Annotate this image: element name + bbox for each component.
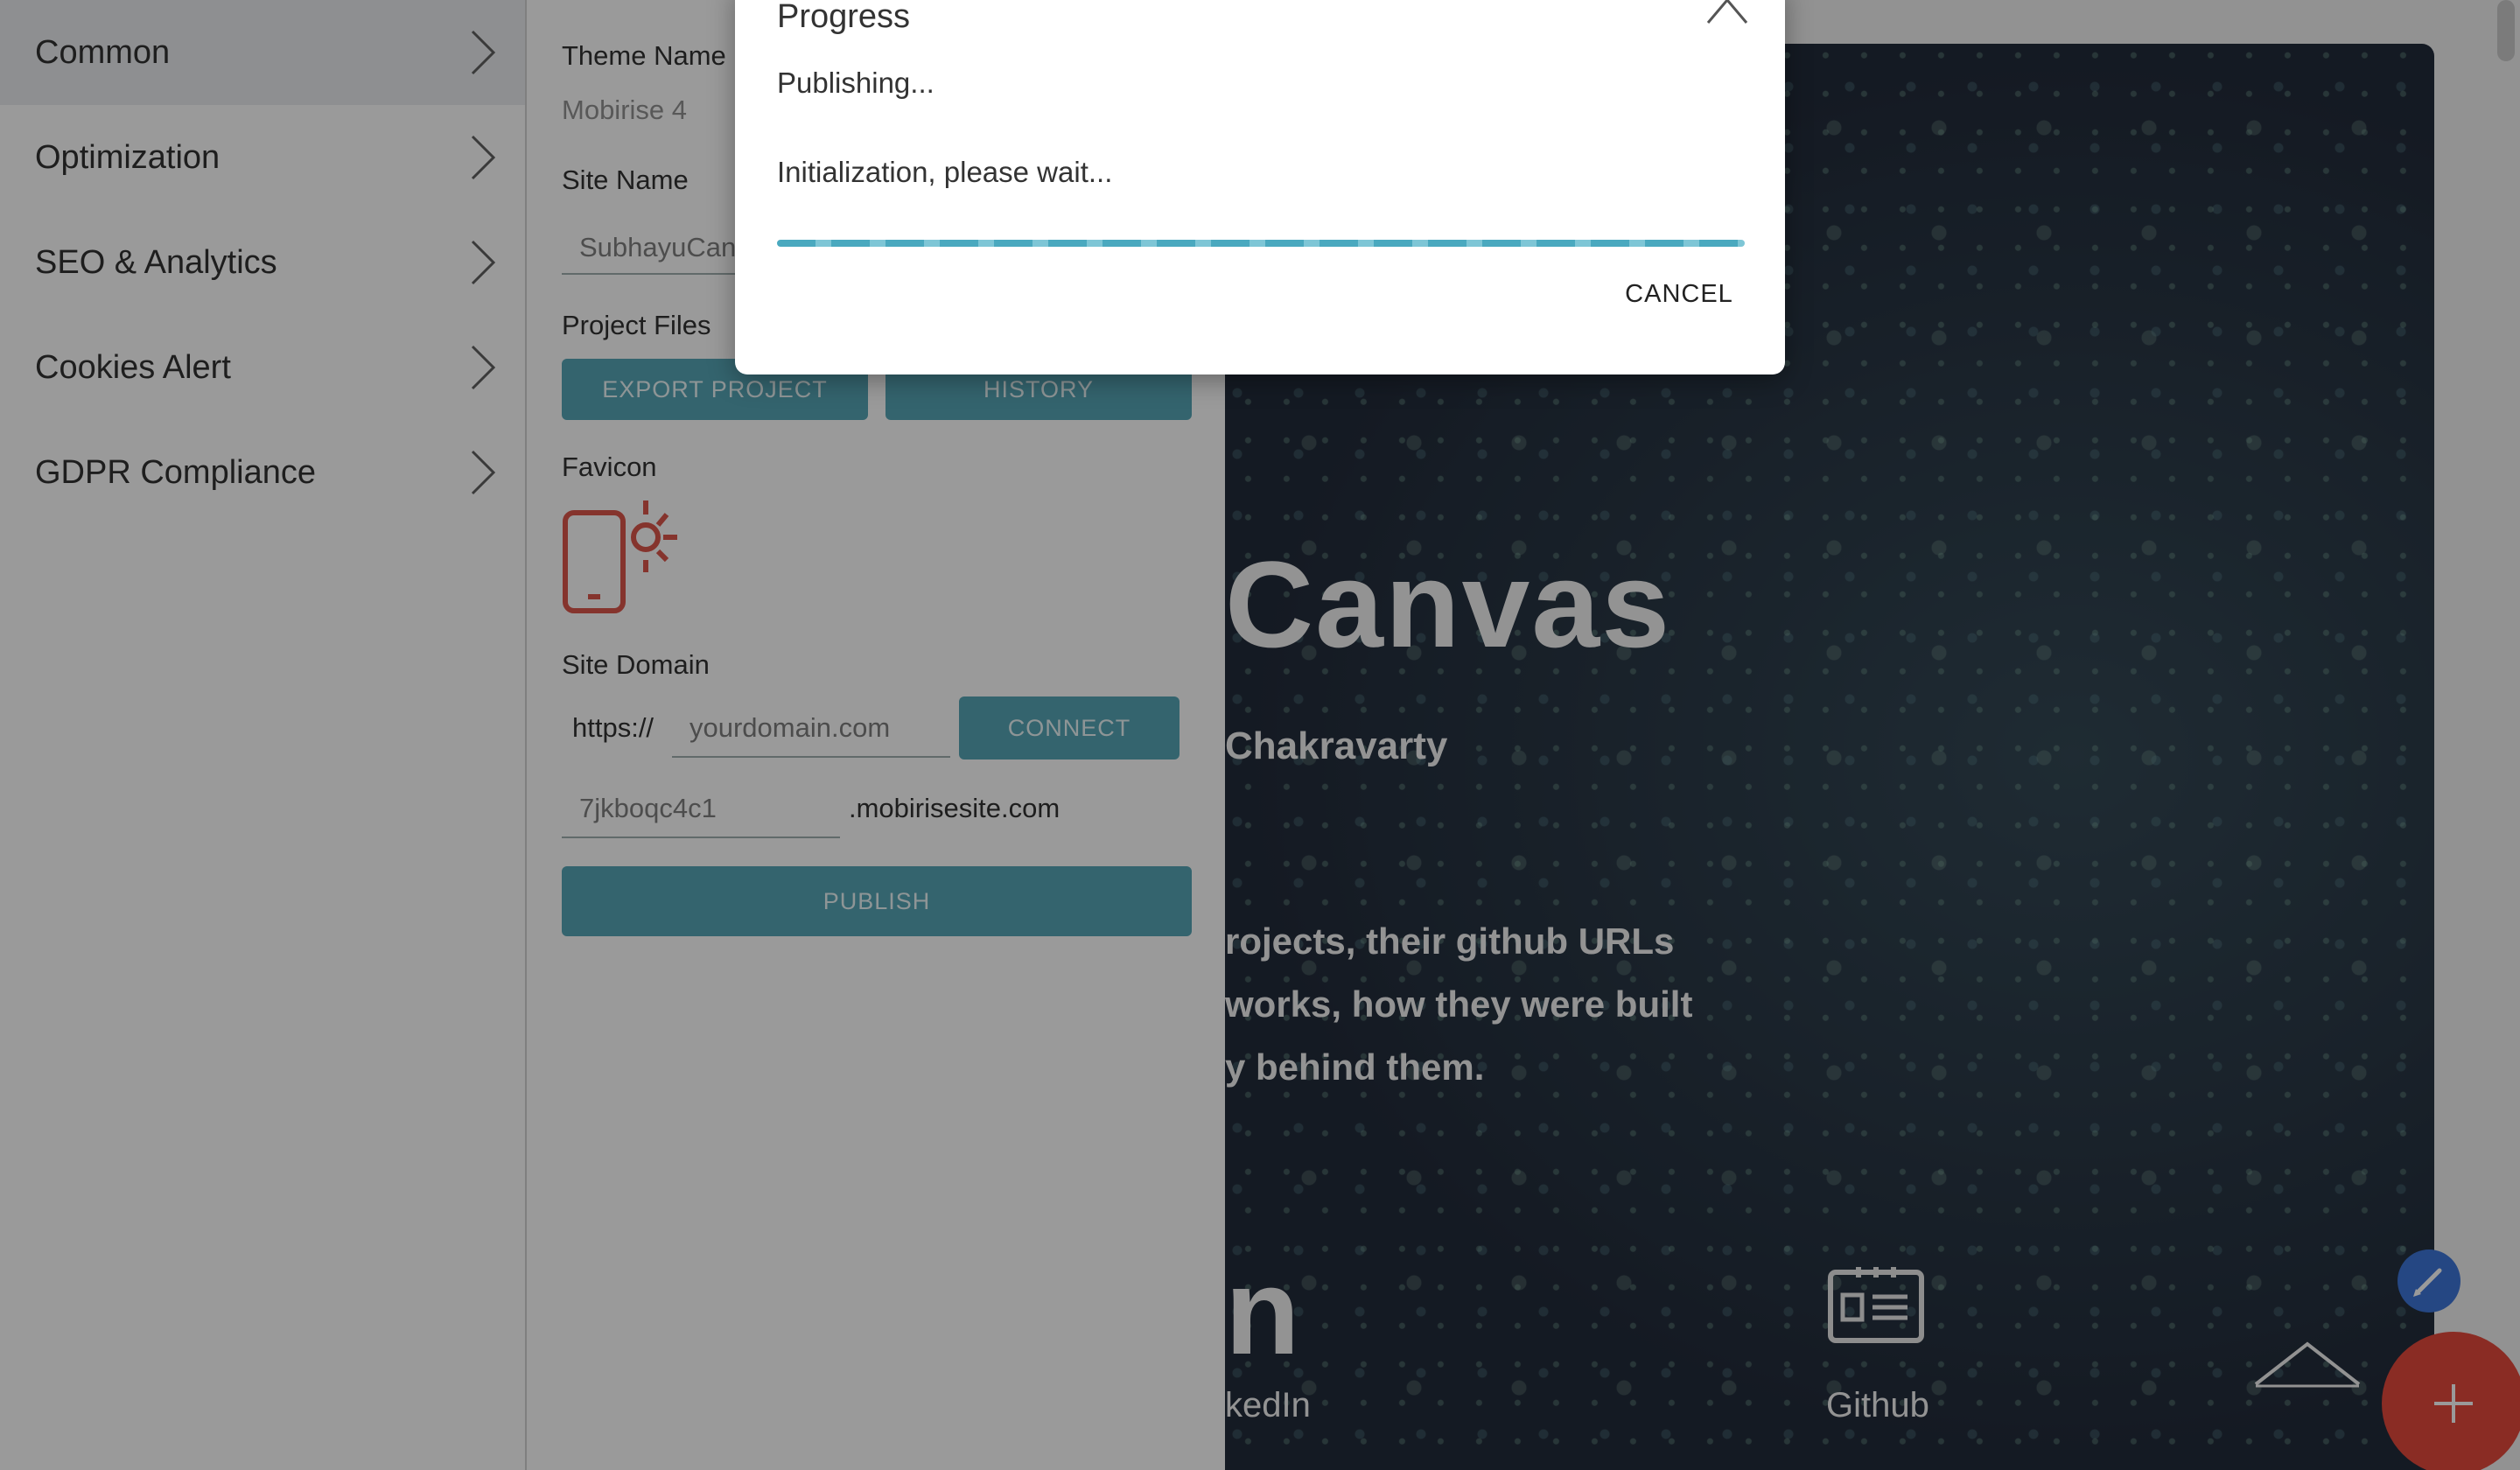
progress-bar: [777, 240, 1745, 247]
publish-status: Publishing...: [777, 66, 934, 99]
publish-step: Initialization, please wait...: [777, 156, 1113, 188]
progress-bar-fill: [777, 240, 1745, 247]
cancel-button[interactable]: CANCEL: [1614, 268, 1745, 320]
close-icon[interactable]: [1704, 0, 1750, 24]
dialog-title: Progress: [777, 0, 911, 35]
progress-dialog: Progress Publishing... Initialization, p…: [735, 0, 1785, 374]
